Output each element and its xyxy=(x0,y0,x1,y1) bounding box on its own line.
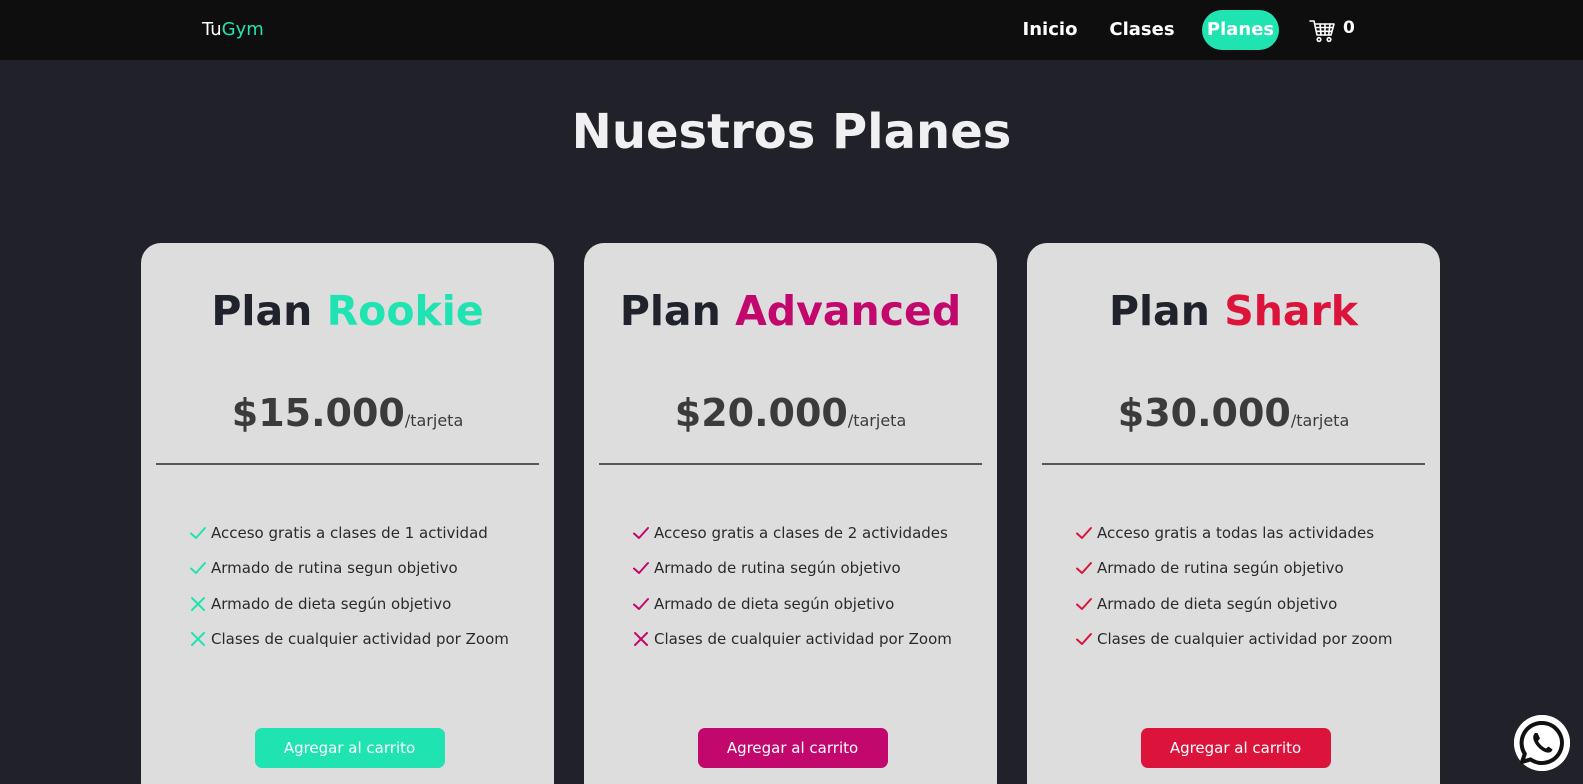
whatsapp-button[interactable] xyxy=(1514,715,1570,771)
check-icon xyxy=(1076,633,1092,646)
plan-title: Plan Shark xyxy=(1027,287,1440,335)
feature-list: Acceso gratis a clases de 1 actividad Arm… xyxy=(189,515,509,657)
add-to-cart-button[interactable]: Agregar al carrito xyxy=(254,728,445,768)
feature-item: Acceso gratis a clases de 1 actividad xyxy=(189,515,509,551)
add-to-cart-button[interactable]: Agregar al carrito xyxy=(697,728,888,768)
plan-price: $30.000 xyxy=(1117,391,1291,435)
feature-text: Armado de dieta según objetivo xyxy=(211,594,452,613)
price-unit: /tarjeta xyxy=(1290,411,1350,430)
add-to-cart-button[interactable]: Agregar al carrito xyxy=(1140,728,1331,768)
brand-logo[interactable]: TuGym xyxy=(202,19,264,40)
divider xyxy=(599,463,982,465)
feature-item: Acceso gratis a todas las actividades xyxy=(1075,515,1392,551)
check-icon xyxy=(190,562,206,575)
feature-item: Armado de dieta según objetivo xyxy=(189,586,509,622)
cart-count: 0 xyxy=(1343,18,1355,38)
divider xyxy=(156,463,539,465)
divider xyxy=(1042,463,1425,465)
feature-text: Armado de dieta según objetivo xyxy=(1097,594,1338,613)
feature-text: Acceso gratis a clases de 2 actividades xyxy=(654,523,948,542)
check-icon xyxy=(1076,526,1092,539)
feature-item: Armado de rutina según objetivo xyxy=(632,551,952,587)
x-icon xyxy=(191,596,205,611)
feature-text: Armado de rutina según objetivo xyxy=(1097,559,1344,578)
x-icon xyxy=(634,632,648,647)
feature-text: Armado de rutina segun objetivo xyxy=(211,559,458,578)
check-icon xyxy=(633,597,649,610)
price-unit: /tarjeta xyxy=(404,411,464,430)
plan-price: $20.000 xyxy=(674,391,848,435)
nav-link-planes[interactable]: Planes xyxy=(1202,10,1279,50)
feature-text: Armado de rutina según objetivo xyxy=(654,559,901,578)
page-title: Nuestros Planes xyxy=(571,104,1012,160)
whatsapp-icon xyxy=(1514,715,1570,771)
cart-icon xyxy=(1309,20,1335,43)
feature-text: Acceso gratis a clases de 1 actividad xyxy=(211,523,488,542)
feature-text: Armado de dieta según objetivo xyxy=(654,594,895,613)
feature-text: Acceso gratis a todas las actividades xyxy=(1097,523,1375,542)
plan-card-shark: Plan Shark $30.000/tarjeta Acceso gratis… xyxy=(1027,243,1440,784)
check-icon xyxy=(633,526,649,539)
plan-title-prefix: Plan xyxy=(1108,287,1210,335)
plan-price: $15.000 xyxy=(231,391,405,435)
feature-list: Acceso gratis a todas las actividades Arm… xyxy=(1075,515,1392,657)
feature-item: Armado de rutina segun objetivo xyxy=(189,551,509,587)
feature-item: Clases de cualquier actividad por Zoom xyxy=(189,622,509,658)
feature-item: Armado de dieta según objetivo xyxy=(1075,586,1392,622)
cart-button[interactable]: 0 xyxy=(1309,18,1355,44)
feature-item: Armado de rutina según objetivo xyxy=(1075,551,1392,587)
price-row: $30.000/tarjeta xyxy=(1027,391,1440,435)
check-icon xyxy=(1076,562,1092,575)
plan-title: Plan Advanced xyxy=(584,287,997,335)
feature-item: Clases de cualquier actividad por zoom xyxy=(1075,622,1392,658)
plan-name: Shark xyxy=(1224,287,1359,335)
check-icon xyxy=(190,526,206,539)
brand-prefix: Tu xyxy=(202,19,222,40)
x-icon xyxy=(191,632,205,647)
feature-text: Clases de cualquier actividad por Zoom xyxy=(211,630,509,649)
plan-title-prefix: Plan xyxy=(619,287,721,335)
check-icon xyxy=(633,562,649,575)
feature-item: Armado de dieta según objetivo xyxy=(632,586,952,622)
brand-suffix: Gym xyxy=(221,19,264,40)
plan-name: Advanced xyxy=(735,287,962,335)
price-row: $20.000/tarjeta xyxy=(584,391,997,435)
plan-name: Rookie xyxy=(326,287,484,335)
feature-text: Clases de cualquier actividad por Zoom xyxy=(654,630,952,649)
feature-item: Clases de cualquier actividad por Zoom xyxy=(632,622,952,658)
price-row: $15.000/tarjeta xyxy=(141,391,554,435)
price-unit: /tarjeta xyxy=(847,411,907,430)
plan-title-prefix: Plan xyxy=(211,287,313,335)
plan-card-rookie: Plan Rookie $15.000/tarjeta Acceso grati… xyxy=(141,243,554,784)
feature-text: Clases de cualquier actividad por zoom xyxy=(1097,630,1393,649)
plan-title: Plan Rookie xyxy=(141,287,554,335)
navbar: TuGym Inicio Clases Planes 0 xyxy=(0,0,1583,60)
feature-item: Acceso gratis a clases de 2 actividades xyxy=(632,515,952,551)
check-icon xyxy=(1076,597,1092,610)
nav-link-inicio[interactable]: Inicio xyxy=(1016,10,1084,50)
plan-card-advanced: Plan Advanced $20.000/tarjeta Acceso gra… xyxy=(584,243,997,784)
nav-link-clases[interactable]: Clases xyxy=(1104,10,1180,50)
feature-list: Acceso gratis a clases de 2 actividades A… xyxy=(632,515,952,657)
